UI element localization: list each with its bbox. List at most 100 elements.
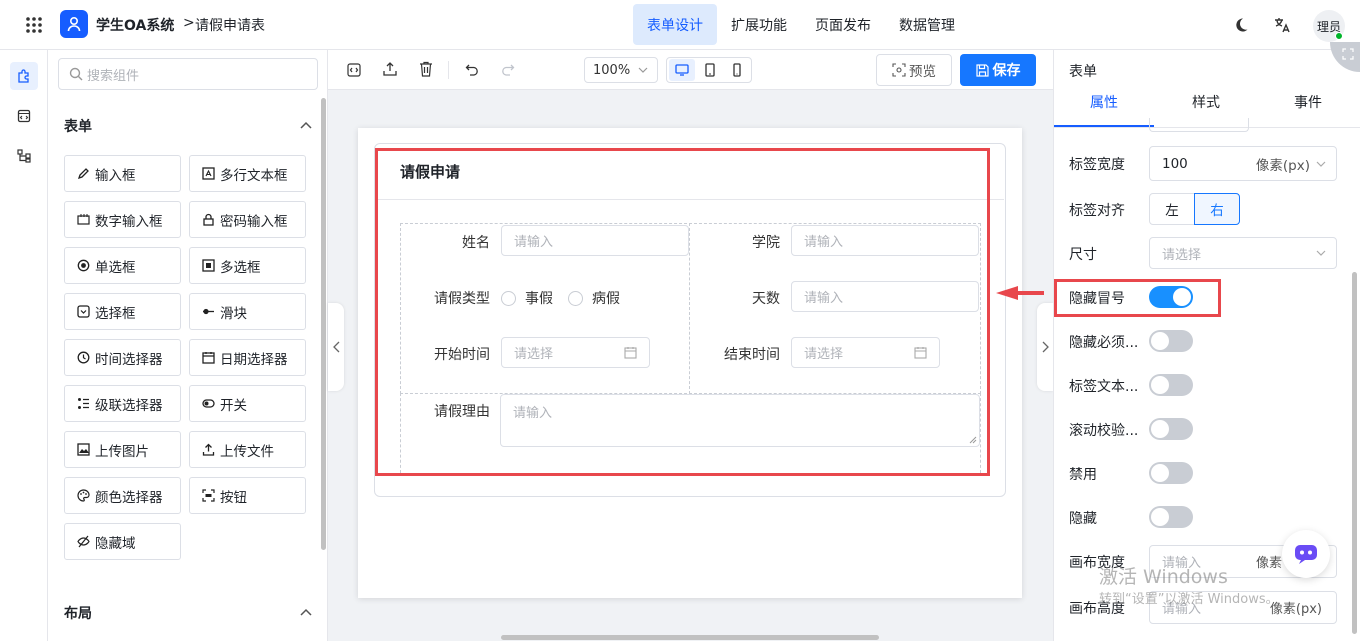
chevron-down-icon [1316,161,1326,167]
palette-item-lock[interactable]: 密码输入框 [189,201,306,238]
palette-item-checkbox[interactable]: 多选框 [189,247,306,284]
label-width-unit[interactable]: 像素(px) [1256,154,1310,174]
canvas-width-unit[interactable]: 像素 [1256,552,1282,571]
palette-item-switch[interactable]: 开关 [189,385,306,422]
collapse-right-handle[interactable] [1037,303,1053,391]
chevron-right-icon [1042,341,1049,353]
palette-item-upload[interactable]: 上传文件 [189,431,306,468]
chevron-down-icon [1316,250,1326,256]
palette-item-label: 多行文本框 [220,167,288,184]
palette-item-eye-off[interactable]: 隐藏域 [64,523,181,560]
collapse-left-handle[interactable] [328,303,344,391]
palette-item-image[interactable]: 上传图片 [64,431,181,468]
moon-icon[interactable] [1232,16,1250,34]
palette-item-textarea[interactable]: 多行文本框 [189,155,306,192]
preview-button[interactable]: 预览 [876,54,952,86]
save-button[interactable]: 保存 [960,54,1036,86]
apps-grid-icon[interactable] [24,15,44,35]
label-width-input[interactable]: 100 像素(px) [1149,146,1337,181]
tablet-icon[interactable] [698,59,722,81]
main-tabs: 表单设计 扩展功能 页面发布 数据管理 [633,4,969,45]
trash-icon[interactable] [417,60,435,78]
app-logo-icon [60,10,88,38]
palette-item-slider[interactable]: 滑块 [189,293,306,330]
hidden-toggle[interactable] [1149,506,1193,528]
app-title: 学生OA系统 [96,18,175,34]
lock-icon [202,213,215,226]
desktop-icon[interactable] [669,59,695,81]
align-left-button[interactable]: 左 [1149,193,1195,225]
scroll-validate-label: 滚动校验... [1069,423,1139,439]
disabled-label: 禁用 [1069,467,1097,483]
palette-item-button[interactable]: 按钮 [189,477,306,514]
code-icon[interactable] [345,61,363,79]
palette-item-label: 开关 [220,397,247,414]
palette-item-clock[interactable]: 时间选择器 [64,339,181,376]
palette-item-number[interactable]: 数字输入框 [64,201,181,238]
palette-item-pencil[interactable]: 输入框 [64,155,181,192]
code-block-icon[interactable] [14,106,34,126]
palette-item-label: 单选框 [95,259,136,276]
highlight-box-form [375,148,990,476]
panel-scrollbar[interactable] [321,98,326,550]
tree-icon[interactable] [14,146,34,166]
props-scrollbar[interactable] [1352,272,1357,634]
palette-item-palette[interactable]: 颜色选择器 [64,477,181,514]
palette-item-label: 级联选择器 [95,397,163,414]
chevron-up-icon[interactable] [298,117,314,133]
palette-item-radio[interactable]: 单选框 [64,247,181,284]
label-align-label: 标签对齐 [1069,203,1125,219]
palette-item-label: 滑块 [220,305,247,322]
translate-icon[interactable] [1272,15,1292,35]
size-select[interactable]: 请选择 [1149,237,1337,269]
undo-icon[interactable] [463,61,481,79]
chatbot-icon[interactable] [1282,530,1330,578]
zoom-value: 100% [593,62,631,78]
breadcrumb[interactable]: 请假申请表 [195,15,265,35]
section-title-form: 表单 [64,119,92,135]
mobile-icon[interactable] [725,59,749,81]
redo-icon[interactable] [499,61,517,79]
puzzle-icon[interactable] [10,62,38,90]
toolbar-divider [448,61,449,79]
props-title: 表单 [1069,64,1097,80]
tab-styles[interactable]: 样式 [1156,92,1256,112]
zoom-select[interactable]: 100% [584,57,658,83]
scroll-validate-toggle[interactable] [1149,418,1193,440]
hide-required-toggle[interactable] [1149,330,1193,352]
chevron-left-icon [332,341,339,353]
tab-form-design[interactable]: 表单设计 [633,4,717,45]
chevron-up-icon[interactable] [298,604,314,620]
disabled-toggle[interactable] [1149,462,1193,484]
highlight-box-toggle [1054,279,1221,317]
canvas-scrollbar[interactable] [501,635,879,640]
export-icon[interactable] [381,60,399,78]
palette-item-select[interactable]: 选择框 [64,293,181,330]
palette-item-cascader[interactable]: 级联选择器 [64,385,181,422]
windows-activation-watermark: 激活 Windows [1099,566,1228,588]
annotation-arrow [994,284,1046,302]
online-status-dot [1335,32,1343,40]
tab-extensions[interactable]: 扩展功能 [717,4,801,45]
palette-item-label: 颜色选择器 [95,489,163,506]
palette-item-calendar[interactable]: 日期选择器 [189,339,306,376]
tab-data-management[interactable]: 数据管理 [885,4,969,45]
search-input[interactable]: 搜索组件 [58,58,318,90]
save-label: 保存 [992,63,1021,79]
switch-icon [202,397,215,410]
label-width-label: 标签宽度 [1069,157,1125,173]
align-right-button[interactable]: 右 [1194,193,1240,225]
palette-item-label: 密码输入框 [220,213,288,230]
tab-page-publish[interactable]: 页面发布 [801,4,885,45]
hide-required-label: 隐藏必须... [1069,335,1139,351]
label-text-toggle[interactable] [1149,374,1193,396]
tab-events[interactable]: 事件 [1258,92,1358,112]
palette-item-label: 日期选择器 [220,351,288,368]
partial-input-above [1149,118,1249,132]
palette-item-label: 多选框 [220,259,261,276]
tab-attributes[interactable]: 属性 [1054,92,1154,112]
palette-item-label: 上传文件 [220,443,274,460]
palette-item-label: 按钮 [220,489,247,506]
palette-item-label: 时间选择器 [95,351,163,368]
select-icon [77,305,90,318]
